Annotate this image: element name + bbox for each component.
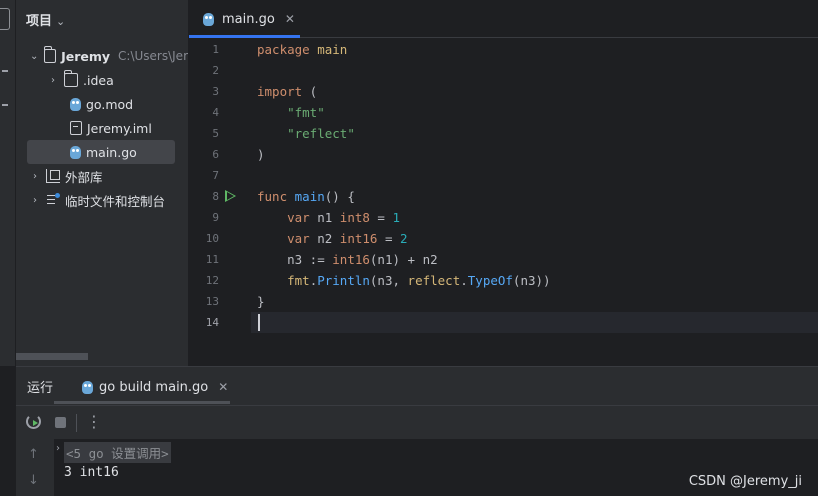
folder-icon	[64, 70, 78, 87]
editor-tab-bar: main.go ✕	[189, 0, 818, 38]
tab-main-go[interactable]: main.go ✕	[189, 0, 300, 38]
library-icon	[46, 169, 60, 183]
tree-item-label: 临时文件和控制台	[65, 193, 166, 209]
project-panel: 项目 ⌄ ⌄ Jeremy C:\Users\Jer › .idea go.mod…	[16, 0, 188, 366]
run-panel-title: 运行	[27, 381, 54, 396]
collapse-arrow-icon[interactable]: ›	[48, 75, 58, 86]
line-number: 11	[205, 253, 219, 266]
module-folder-icon	[44, 46, 57, 63]
code-line-12: fmt.Println(n3, reflect.TypeOf(n3))	[287, 273, 551, 288]
run-tab-go-build[interactable]: go build main.go ✕	[82, 373, 228, 401]
watermark: CSDN @Jeremy_ji	[688, 474, 802, 489]
rerun-icon[interactable]	[26, 414, 41, 429]
file-icon	[70, 121, 82, 135]
code-area[interactable]: package main import ( "fmt" "reflect" ) …	[257, 39, 818, 339]
arrow-down-icon[interactable]: ↓	[28, 473, 39, 488]
line-number: 5	[212, 127, 219, 140]
code-line-5: "reflect"	[287, 126, 355, 141]
console-output-line: 3 int16	[64, 465, 119, 480]
arrow-up-icon[interactable]: ↑	[28, 447, 39, 462]
project-panel-title: 项目	[26, 14, 53, 29]
line-number: 6	[212, 148, 219, 161]
run-icon[interactable]	[225, 190, 236, 202]
tree-item-jeremy[interactable]: ⌄ Jeremy C:\Users\Jer	[16, 44, 188, 68]
fold-marker-icon[interactable]: ›	[56, 443, 60, 454]
tree-item-label: .idea	[83, 72, 114, 88]
code-line-9: var n1 int8 = 1	[287, 210, 401, 225]
editor: main.go ✕ 1 2 3 4 5 6 7 8 9 10 11 12 13 …	[188, 0, 818, 366]
tab-label: main.go	[222, 11, 275, 27]
code-line-13: }	[257, 294, 265, 309]
line-number: 2	[212, 64, 219, 77]
collapse-arrow-icon[interactable]: ›	[30, 195, 40, 206]
gopher-file-icon	[70, 97, 81, 111]
horizontal-scrollbar[interactable]	[16, 353, 88, 360]
code-line-4: "fmt"	[287, 105, 325, 120]
line-number: 1	[212, 43, 219, 56]
more-icon[interactable]: ⋮	[86, 412, 102, 431]
expand-arrow-icon[interactable]: ⌄	[30, 51, 38, 62]
tree-item-label: go.mod	[86, 96, 134, 112]
structure-tool-icon[interactable]	[2, 104, 8, 106]
project-panel-header[interactable]: 项目 ⌄	[26, 10, 65, 29]
gopher-file-icon	[82, 380, 93, 394]
code-line-1: package main	[257, 42, 348, 57]
line-number-gutter[interactable]: 1 2 3 4 5 6 7 8 9 10 11 12 13 14	[189, 39, 251, 339]
scratch-icon	[46, 193, 60, 207]
line-number: 12	[205, 274, 219, 287]
run-tab-label: go build main.go	[99, 379, 209, 395]
line-number: 10	[205, 232, 219, 245]
active-tab-indicator	[189, 35, 300, 38]
gopher-file-icon	[70, 145, 81, 159]
code-line-10: var n2 int16 = 2	[287, 231, 408, 246]
tree-item-external-libraries[interactable]: › 外部库	[16, 164, 188, 188]
tree-item-label: Jeremy.iml	[87, 120, 152, 136]
tree-item-label: 外部库	[65, 169, 103, 185]
close-icon[interactable]: ✕	[218, 380, 228, 394]
tree-item-idea[interactable]: › .idea	[16, 68, 188, 92]
line-number: 3	[212, 85, 219, 98]
code-line-3: import (	[257, 84, 318, 99]
tree-item-path: C:\Users\Jer	[118, 49, 188, 63]
code-line-8: func main() {	[257, 189, 355, 204]
line-number: 9	[212, 211, 219, 224]
console-output[interactable]: › <5 go 设置调用> 3 int16 CSDN @Jeremy_ji	[54, 439, 818, 496]
line-number: 13	[205, 295, 219, 308]
line-number: 4	[212, 106, 219, 119]
tree-item-jeremy-iml[interactable]: Jeremy.iml	[16, 116, 188, 140]
tree-item-scratches[interactable]: › 临时文件和控制台	[16, 188, 188, 212]
toolbar-separator	[76, 414, 77, 432]
text-caret	[258, 314, 260, 331]
tree-item-main-go[interactable]: main.go	[27, 140, 175, 164]
line-number: 8	[212, 190, 219, 203]
tool-window-strip	[0, 0, 16, 366]
project-tool-button[interactable]	[0, 8, 10, 30]
active-run-tab-indicator	[54, 401, 230, 404]
editor-bottom-area	[189, 340, 818, 366]
tree-item-label: main.go	[86, 144, 137, 160]
run-toolbar: ⋮	[16, 405, 818, 439]
close-icon[interactable]: ✕	[285, 12, 295, 26]
gopher-file-icon	[203, 12, 214, 26]
code-line-11: n3 := int16(n1) + n2	[257, 252, 438, 267]
line-number: 14	[205, 316, 219, 329]
line-number: 7	[212, 169, 219, 182]
commit-tool-icon[interactable]	[2, 70, 8, 72]
collapse-arrow-icon[interactable]: ›	[30, 171, 40, 182]
tree-item-label: Jeremy	[61, 48, 111, 64]
tree-item-go-mod[interactable]: go.mod	[16, 92, 188, 116]
console-side-toolbar: ↑ ↓	[16, 439, 54, 496]
stop-icon[interactable]	[55, 417, 66, 428]
console-command-line[interactable]: <5 go 设置调用>	[64, 442, 171, 463]
code-line-6: )	[257, 147, 265, 162]
chevron-down-icon[interactable]: ⌄	[56, 15, 65, 28]
run-panel: 运行 go build main.go ✕ ⋮ ↑ ↓ › <5 go 设置调用…	[16, 366, 818, 496]
